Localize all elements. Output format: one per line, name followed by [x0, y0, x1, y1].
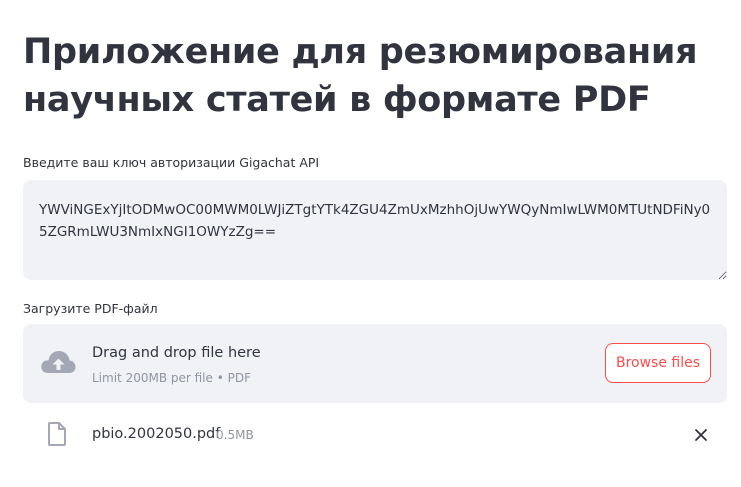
- uploaded-file-row: pbio.2002050.pdf 0.5MB: [23, 418, 727, 452]
- upload-label: Загрузите PDF-файл: [23, 301, 158, 316]
- remove-file-icon[interactable]: [692, 426, 710, 444]
- file-icon: [48, 422, 66, 446]
- uploaded-file-name: pbio.2002050.pdf: [92, 426, 221, 442]
- api-key-field-container: YWViNGExYjItODMwOC00MWM0LWJiZTgtYTk4ZGU4…: [23, 180, 727, 280]
- api-key-label: Введите ваш ключ авторизации Gigachat AP…: [23, 155, 320, 170]
- dropzone-instruction: Drag and drop file here: [92, 345, 261, 361]
- cloud-upload-icon: [41, 351, 76, 373]
- browse-files-button[interactable]: Browse files: [605, 343, 711, 383]
- dropzone-limit-text: Limit 200MB per file • PDF: [92, 371, 251, 385]
- file-dropzone[interactable]: Drag and drop file here Limit 200MB per …: [23, 324, 727, 403]
- page-title: Приложение для резюмирования научных ста…: [23, 32, 698, 120]
- uploaded-file-size: 0.5MB: [216, 428, 254, 442]
- api-key-input[interactable]: YWViNGExYjItODMwOC00MWM0LWJiZTgtYTk4ZGU4…: [23, 180, 727, 280]
